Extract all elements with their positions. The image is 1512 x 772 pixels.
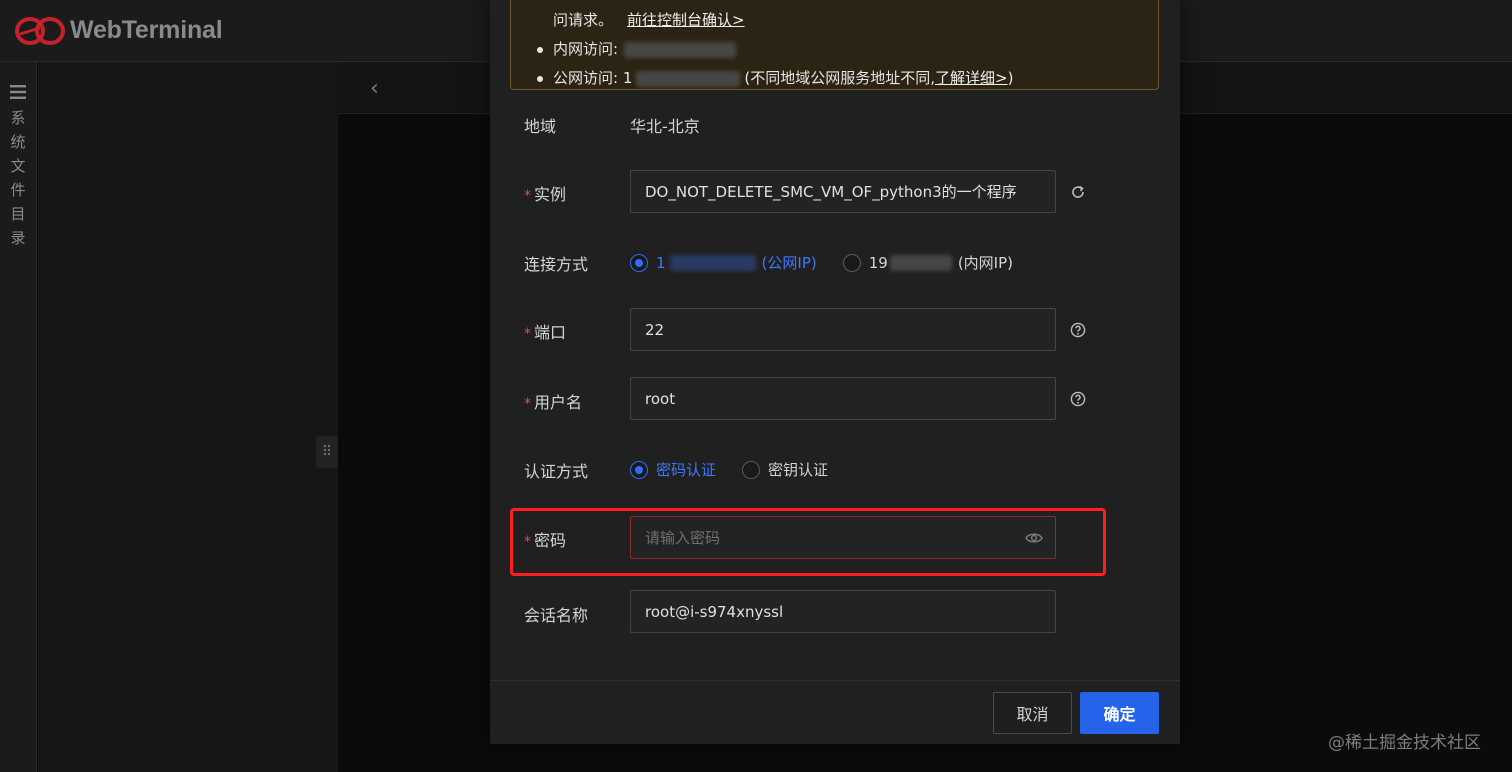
username-label: * 用户名 — [524, 389, 582, 413]
logo-icon — [15, 16, 65, 45]
bullet — [537, 46, 543, 53]
left-rail: 系统文件目录 — [0, 62, 37, 772]
notice-banner: 问请求。 前往控制台确认> 内网访问: 公网访问: 1 (不同地域公网服务地址不… — [510, 0, 1159, 90]
private-access-label: 内网访问: — [553, 40, 619, 58]
menu-icon[interactable] — [9, 84, 27, 100]
notice-text: 问请求。 — [553, 11, 614, 29]
password-auth-radio[interactable] — [630, 460, 648, 479]
confirm-button[interactable]: 确定 — [1080, 692, 1159, 734]
public-ip-option[interactable]: 1 (公网IP) — [656, 252, 817, 273]
instance-label-text: 实例 — [534, 185, 567, 204]
annotation-highlight-box — [510, 508, 1106, 576]
public-access-row: 公网访问: 1 (不同地域公网服务地址不同, 了解详细> ) — [537, 64, 1158, 93]
file-panel — [38, 62, 338, 772]
connect-dialog: 问请求。 前往控制台确认> 内网访问: 公网访问: 1 (不同地域公网服务地址不… — [490, 0, 1180, 744]
instance-select[interactable]: DO_NOT_DELETE_SMC_VM_OF_python3的一个程序 — [630, 170, 1056, 213]
username-value: root — [645, 389, 676, 408]
cancel-button[interactable]: 取消 — [993, 692, 1072, 734]
redacted-public-ip — [669, 254, 756, 271]
refresh-icon[interactable] — [1070, 184, 1086, 200]
region-value: 华北-北京 — [630, 117, 700, 136]
learn-more-link[interactable]: 了解详细> — [935, 64, 1008, 93]
public-access-label: 公网访问: 1 — [553, 69, 633, 87]
public-ip-prefix: 1 — [656, 253, 666, 272]
key-auth-option[interactable]: 密钥认证 — [768, 459, 828, 480]
app-name: WebTerminal — [70, 16, 223, 44]
required-mark: * — [524, 188, 531, 204]
bullet — [537, 75, 543, 82]
chevron-left-icon[interactable]: ‹ — [370, 76, 379, 101]
instance-label: * 实例 — [524, 181, 566, 205]
instance-value: DO_NOT_DELETE_SMC_VM_OF_python3的一个程序 — [645, 183, 1017, 201]
file-directory-label[interactable]: 系统文件目录 — [10, 106, 26, 250]
public-note-prefix: (不同地域公网服务地址不同, — [744, 69, 935, 87]
auth-label: 认证方式 — [524, 462, 589, 481]
watermark-text: @稀土掘金技术社区 — [1328, 733, 1481, 753]
auth-radio-group: 密码认证 密钥认证 — [630, 459, 854, 480]
redacted-private-ip — [889, 254, 952, 271]
key-auth-radio[interactable] — [742, 460, 761, 479]
console-confirm-link[interactable]: 前往控制台确认> — [627, 6, 745, 35]
connection-radio-group: 1 (公网IP) 19 (内网IP) — [630, 252, 1039, 273]
public-ip-radio[interactable] — [630, 253, 648, 272]
notice-line: 问请求。 前往控制台确认> — [553, 6, 1158, 35]
port-value: 22 — [645, 320, 665, 339]
session-name-input[interactable]: root@i-s974xnyssl — [630, 590, 1056, 633]
port-input[interactable]: 22 — [630, 308, 1056, 351]
private-ip-prefix: 19 — [868, 253, 888, 272]
redacted-public-ip — [636, 70, 741, 87]
private-ip-option[interactable]: 19 (内网IP) — [869, 252, 1013, 273]
port-label-text: 端口 — [534, 323, 567, 342]
required-mark: * — [524, 396, 531, 412]
private-ip-radio[interactable] — [842, 253, 861, 272]
help-icon[interactable] — [1070, 391, 1086, 407]
private-access-row: 内网访问: — [537, 35, 1158, 64]
session-label: 会话名称 — [524, 606, 589, 625]
password-auth-option[interactable]: 密码认证 — [656, 459, 716, 480]
footer-divider — [490, 680, 1180, 681]
username-input[interactable]: root — [630, 377, 1056, 420]
required-mark: * — [524, 326, 531, 342]
session-name-value: root@i-s974xnyssl — [645, 602, 784, 621]
connection-label: 连接方式 — [524, 255, 589, 274]
username-label-text: 用户名 — [534, 393, 583, 412]
public-note-suffix: ) — [1007, 69, 1014, 87]
private-ip-suffix: (内网IP) — [957, 254, 1014, 272]
public-ip-suffix: (公网IP) — [761, 254, 817, 272]
webterminal-app: WebTerminal 系统文件目录 ‹ ⠿ 问请求。 前往控制台确认> 内网访… — [0, 0, 1512, 772]
redacted-private-ip — [624, 41, 737, 58]
drag-handle-icon[interactable]: ⠿ — [316, 436, 338, 468]
port-label: * 端口 — [524, 319, 566, 343]
help-icon[interactable] — [1070, 322, 1086, 338]
region-label: 地域 — [524, 117, 557, 136]
